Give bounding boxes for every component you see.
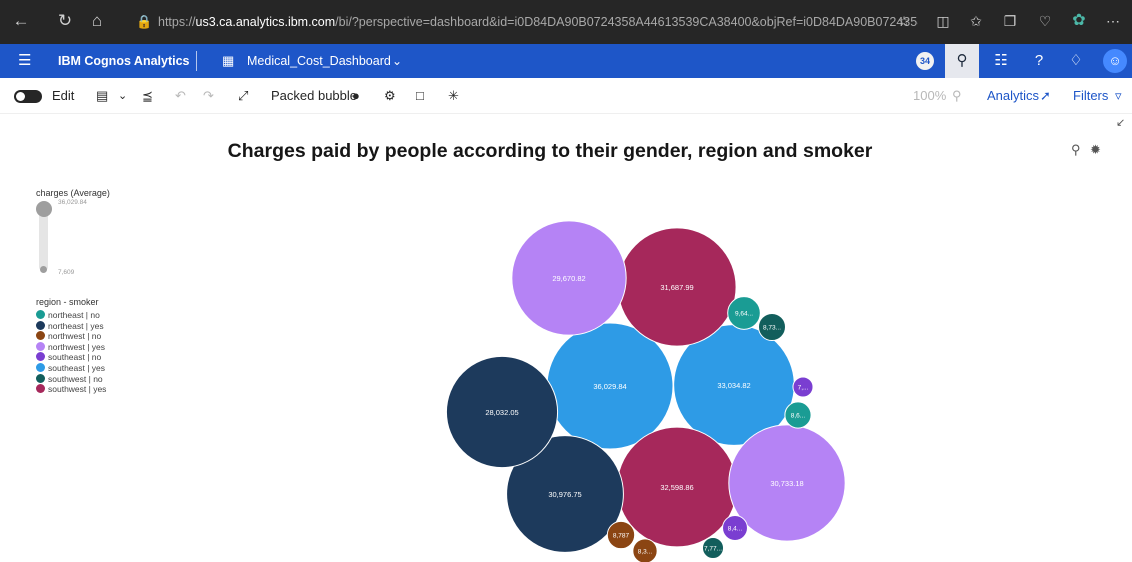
bubble-label: 8,6... [791,413,806,420]
bubble-label: 7,77... [704,546,722,553]
bubble-label: 36,029.84 [593,382,626,391]
bubble-label: 9,64... [735,311,753,318]
bubble-label: 8,787 [613,533,630,540]
bubble-label: 8,73... [763,325,781,332]
bubble-label: 8,4... [728,526,743,533]
packed-bubble-chart: 36,029.84 33,034.82 32,598.86 31,687.99 30,9… [445,220,846,562]
bubble-label: 32,598.86 [660,483,693,492]
bubble-label: 33,034.82 [717,381,750,390]
bubble-label: 31,687.99 [660,283,693,292]
bubble-label: 30,976.75 [548,490,581,499]
bubble-label: 7,... [798,385,809,392]
bubble-label: 30,733.18 [770,479,803,488]
bubble-label: 29,670.82 [552,274,585,283]
bubble-label: 28,032.05 [485,408,518,417]
bubble-label: 8,3... [638,549,653,556]
